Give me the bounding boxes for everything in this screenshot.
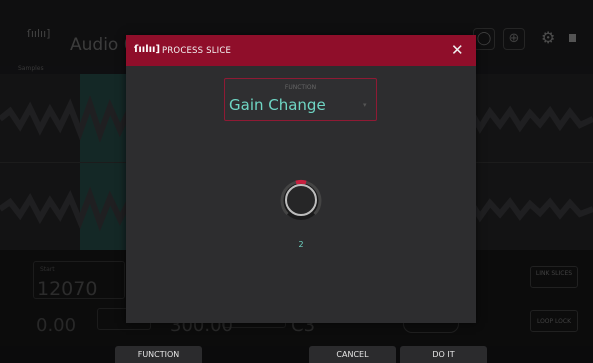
dialog-header: ſıılıı] PROCESS SLICE ✕: [126, 35, 476, 66]
function-button[interactable]: FUNCTION: [115, 346, 202, 363]
close-icon[interactable]: ✕: [451, 41, 464, 59]
dialog-title: PROCESS SLICE: [162, 46, 232, 56]
footer-bar: FUNCTION CANCEL DO IT: [0, 346, 593, 363]
do-it-button[interactable]: DO IT: [400, 346, 487, 363]
chevron-down-icon: ▾: [363, 101, 367, 109]
function-value: Gain Change: [229, 96, 326, 114]
gain-knob[interactable]: [279, 178, 323, 226]
function-label: FUNCTION: [284, 84, 317, 91]
process-slice-dialog: ſıılıı] PROCESS SLICE ✕ FUNCTION Gain Ch…: [126, 35, 476, 323]
function-select[interactable]: FUNCTION Gain Change ▾: [224, 78, 377, 121]
cancel-button[interactable]: CANCEL: [309, 346, 396, 363]
waveform-icon: ſıılıı]: [134, 44, 161, 55]
knob-value: 2: [298, 240, 304, 249]
